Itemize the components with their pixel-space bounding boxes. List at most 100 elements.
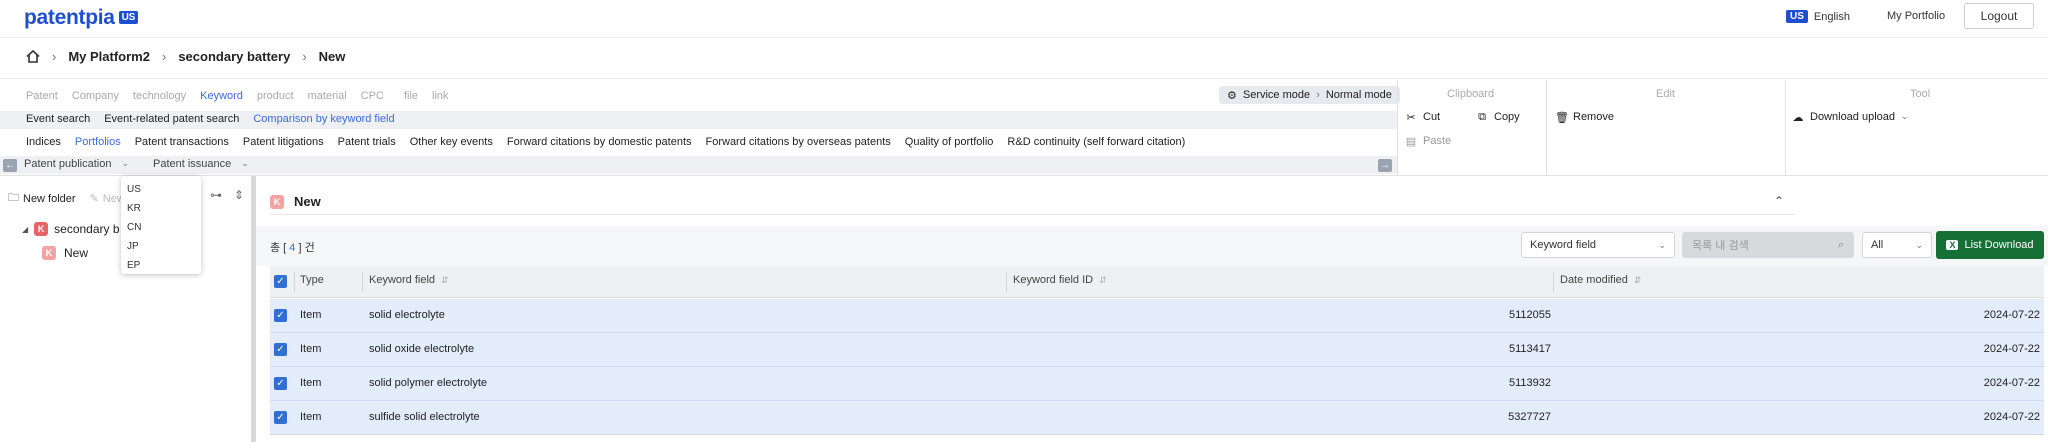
table-row[interactable]: ✓ Item sulfide solid electrolyte 5327727… — [270, 401, 2044, 435]
tree-node-root[interactable]: ◢ K secondary b — [22, 222, 120, 236]
tab-company[interactable]: Company — [72, 90, 119, 102]
tab-forward-overseas[interactable]: Forward citations by overseas patents — [706, 136, 891, 148]
scroll-left-arrow-icon[interactable]: ← — [3, 159, 17, 172]
menu-item-ep[interactable]: EP — [127, 256, 195, 275]
paste-button[interactable]: ▤ Paste — [1405, 135, 1451, 148]
caret-down-icon[interactable]: ◢ — [22, 225, 28, 234]
logout-button[interactable]: Logout — [1964, 3, 2034, 29]
chevron-right-icon: › — [52, 49, 57, 64]
tree-node-child[interactable]: K New — [42, 246, 88, 260]
expand-collapse-icon[interactable]: ⇕ — [234, 188, 244, 202]
tree-actions: ⊶ ⇕ — [210, 188, 244, 202]
tab-portfolios[interactable]: Portfolios — [75, 136, 121, 148]
divider — [0, 78, 2048, 79]
tab-other-key-events[interactable]: Other key events — [410, 136, 493, 148]
column-header-type[interactable]: Type — [300, 274, 324, 286]
mode-toggle[interactable]: ⚙ Service mode › Normal mode — [1219, 86, 1400, 104]
table-row[interactable]: ✓ Item solid oxide electrolyte 5113417 2… — [270, 333, 2044, 367]
breadcrumb-item[interactable]: secondary battery — [178, 49, 290, 64]
paste-label: Paste — [1423, 135, 1452, 147]
chevron-down-icon: ⌄ — [1658, 239, 1666, 250]
all-select[interactable]: All ⌄ — [1862, 232, 1932, 258]
page-title: New — [294, 194, 321, 209]
tab-rd-continuity[interactable]: R&D continuity (self forward citation) — [1007, 136, 1185, 148]
new-item-button[interactable]: ✎ New — [90, 192, 125, 206]
panel-splitter[interactable] — [251, 176, 256, 442]
search-input[interactable]: 목록 내 검색 ⌕ — [1682, 232, 1854, 258]
sort-icon[interactable]: ⇵ — [441, 275, 449, 286]
tab-event-related-search[interactable]: Event-related patent search — [104, 113, 239, 125]
tab-comparison-keyword[interactable]: Comparison by keyword field — [253, 113, 394, 125]
tab-patent[interactable]: Patent — [26, 90, 58, 102]
row-checkbox[interactable]: ✓ — [274, 377, 287, 390]
tree-node-label: New — [64, 246, 89, 260]
logo[interactable]: patentpia US — [24, 6, 138, 30]
copy-label: Copy — [1494, 111, 1520, 123]
chevron-down-icon: ⌄ — [1915, 239, 1923, 250]
collapse-icon[interactable]: ⌃ — [1774, 194, 1784, 208]
breadcrumb-item[interactable]: My Platform2 — [68, 49, 150, 64]
new-folder-label: New folder — [23, 192, 76, 205]
tab-patent-transactions[interactable]: Patent transactions — [135, 136, 229, 148]
scroll-right-arrow-icon[interactable]: → — [1378, 159, 1392, 172]
row-checkbox[interactable]: ✓ — [274, 343, 287, 356]
select-all-checkbox[interactable]: ✓ — [274, 275, 287, 288]
table-row[interactable]: ✓ Item solid polymer electrolyte 5113932… — [270, 367, 2044, 401]
tab-link[interactable]: link — [432, 90, 449, 102]
sort-icon[interactable]: ⇵ — [1634, 275, 1642, 286]
tab-indices[interactable]: Indices — [26, 136, 61, 148]
tab-patent-litigations[interactable]: Patent litigations — [243, 136, 324, 148]
tab-technology[interactable]: technology — [133, 90, 186, 102]
tab-keyword[interactable]: Keyword — [200, 90, 243, 102]
language-selector[interactable]: US English — [1786, 10, 1850, 23]
row-checkbox[interactable]: ✓ — [274, 411, 287, 424]
country-dropdown-menu: US KR CN JP EP — [121, 176, 201, 274]
download-upload-button[interactable]: ☁ Download upload ⌄ — [1792, 111, 1909, 124]
sort-icon[interactable]: ⇵ — [1099, 275, 1107, 286]
field-select[interactable]: Keyword field ⌄ — [1521, 232, 1675, 258]
tab-material[interactable]: material — [308, 90, 347, 102]
column-header-keyword-field-id[interactable]: Keyword field ID ⇵ — [1013, 274, 1107, 286]
search-icon[interactable]: ⌕ — [1838, 239, 1844, 252]
tree-structure-icon[interactable]: ⊶ — [210, 188, 222, 202]
tab-file[interactable]: file — [404, 90, 418, 102]
cut-button[interactable]: ✂ Cut — [1405, 111, 1440, 124]
row-checkbox[interactable]: ✓ — [274, 309, 287, 322]
column-header-keyword-field[interactable]: Keyword field ⇵ — [369, 274, 449, 286]
normal-mode-label: Normal mode — [1325, 89, 1392, 101]
chevron-right-icon: › — [302, 49, 307, 64]
cell-keyword-field: solid polymer electrolyte — [369, 377, 487, 389]
tab-patent-trials[interactable]: Patent trials — [338, 136, 396, 148]
my-portfolio-link[interactable]: My Portfolio — [1887, 10, 1945, 22]
home-icon[interactable] — [26, 50, 40, 63]
patent-publication-label: Patent publication — [24, 158, 112, 170]
result-count: 총 [ 4 ] 건 — [270, 239, 315, 255]
tab-product[interactable]: product — [257, 90, 294, 102]
tab-event-search[interactable]: Event search — [26, 113, 90, 125]
cell-type: Item — [300, 309, 322, 321]
search-placeholder: 목록 내 검색 — [1692, 240, 1749, 252]
patent-issuance-dropdown[interactable]: Patent issuance ⌄ — [153, 158, 249, 170]
menu-item-cn[interactable]: CN — [127, 218, 195, 237]
menu-item-us[interactable]: US — [127, 180, 195, 199]
list-download-button[interactable]: X List Download — [1936, 231, 2044, 259]
breadcrumb-current: New — [318, 49, 346, 64]
breadcrumb: › My Platform2 › secondary battery › New — [26, 49, 345, 64]
new-folder-button[interactable]: 🗀 New folder — [8, 189, 76, 208]
chevron-down-icon: ⌄ — [1901, 111, 1909, 121]
cell-type: Item — [300, 411, 322, 423]
copy-button[interactable]: ⧉ Copy — [1476, 111, 1520, 124]
tab-forward-domestic[interactable]: Forward citations by domestic patents — [507, 136, 692, 148]
cell-keyword-field-id: 5112055 — [1508, 309, 1551, 321]
menu-item-kr[interactable]: KR — [127, 199, 195, 218]
patent-publication-dropdown[interactable]: Patent publication ⌄ — [24, 158, 129, 170]
tab-quality-portfolio[interactable]: Quality of portfolio — [905, 136, 994, 148]
column-header-date-modified[interactable]: Date modified ⇵ — [1560, 274, 1641, 286]
cell-keyword-field: sulfide solid electrolyte — [369, 411, 480, 423]
table-row[interactable]: ✓ Item solid electrolyte 5112055 2024-07… — [270, 299, 2044, 333]
tab-cpc[interactable]: CPC — [361, 90, 384, 102]
download-upload-label: Download upload — [1810, 111, 1896, 123]
remove-button[interactable]: 🗑 Remove — [1555, 111, 1614, 124]
menu-item-jp[interactable]: JP — [127, 237, 195, 256]
keyword-badge-icon: K — [42, 246, 56, 260]
